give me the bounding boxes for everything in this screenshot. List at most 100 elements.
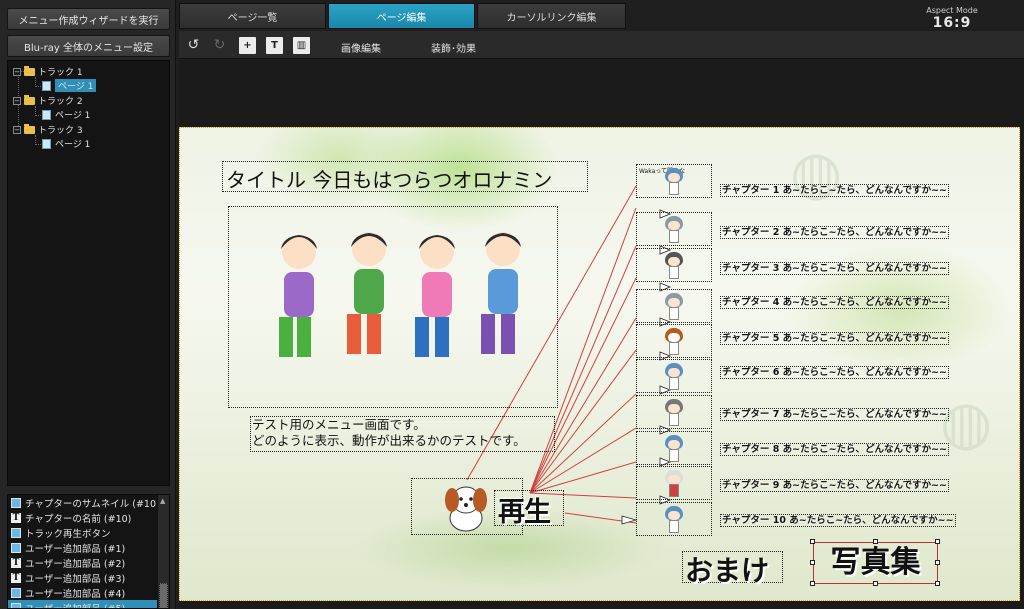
collapse-icon[interactable]: − [13,96,21,105]
list-item-label: ユーザー追加部品 (#2) [25,558,126,570]
resize-handle[interactable] [935,560,940,565]
list-item[interactable]: T チャプターの名前 (#10) [8,510,169,525]
scrollbar-thumb[interactable] [159,583,168,608]
chapter-thumbnail-3[interactable] [636,248,712,282]
chapter-name-9[interactable]: チャプター 9 あ~たらこ~たら、どんなんですか~~ [720,479,949,492]
redo-icon[interactable]: ↻ [211,37,228,54]
list-item[interactable]: ユーザー追加部品 (#4) [8,585,169,600]
text-icon: T [11,557,21,568]
resize-handle[interactable] [810,539,815,544]
tree-track-2[interactable]: − トラック 2 [13,94,83,107]
dancing-people-illustration [279,232,521,357]
image-icon [11,602,21,608]
chapter-thumbnail-10[interactable] [636,502,712,536]
tree-page-1-1[interactable]: ページ 1 [42,79,97,92]
chapter-name-1[interactable]: チャプター 1 あ~たらこ~たら、どんなんですか~~ [720,184,949,197]
bluray-menu-settings-button[interactable]: Blu-ray 全体のメニュー設定 [7,35,170,57]
scrollbar[interactable]: ▲ [157,495,169,608]
tree-page-3-1[interactable]: ページ 1 [42,137,90,150]
image-icon [11,497,21,508]
left-panel: メニュー作成ウィザードを実行 Blu-ray 全体のメニュー設定 − トラック … [0,0,176,609]
list-item-label: チャプターのサムネイル (#10) [25,498,160,510]
chapter-thumbnail-6[interactable] [636,359,712,393]
image-icon [11,542,21,553]
page-title[interactable]: タイトル 今日もはつらつオロナミン [226,164,552,193]
chapter-name-8[interactable]: チャプター 8 あ~たらこ~たら、どんなんですか~~ [720,443,949,456]
page-label: ページ 1 [55,111,91,121]
folder-icon [24,94,35,105]
chapter-name-2[interactable]: チャプター 2 あ~たらこ~たら、どんなんですか~~ [720,226,949,239]
resize-handle[interactable] [935,539,940,544]
description-text[interactable]: テスト用のメニュー画面です。 どのように表示、動作が出来るかのテストです。 [252,417,526,449]
resize-handle[interactable] [873,539,878,544]
parts-list: チャプターのサムネイル (#10) T チャプターの名前 (#10) トラック再生… [7,494,170,609]
collapse-icon[interactable]: − [13,67,21,76]
tree-page-2-1[interactable]: ページ 1 [42,108,90,121]
dog-play-image [445,486,487,532]
menu-decoration-effects[interactable]: 装飾･効果 [431,40,476,55]
photo-collection-button[interactable]: 写真集 [813,542,938,584]
chapter-thumbnail-4[interactable] [636,289,712,323]
resize-handle[interactable] [810,581,815,586]
play-label[interactable]: 再生 [498,490,551,529]
character-image [663,252,685,280]
resize-handle[interactable] [935,581,940,586]
character-image [663,293,685,321]
tab-cursor-link-edit[interactable]: カーソルリンク編集 [477,3,626,29]
page-label: ページ 1 [55,79,97,92]
tab-page-list[interactable]: ページ一覧 [179,3,326,29]
tree-track-1[interactable]: − トラック 1 [13,65,83,78]
collapse-icon[interactable]: − [13,125,21,134]
menu-canvas[interactable]: ◍ ◍ タイトル 今日もはつらつオロナミン テスト用のメニュー画面です。 どのよ… [179,127,1020,601]
list-item[interactable]: T ユーザー追加部品 (#3) [8,570,169,585]
list-item[interactable]: T ユーザー追加部品 (#2) [8,555,169,570]
chapter-name-10[interactable]: チャプター 10 あ~たらこ~たら、どんなんですか~~ [720,514,956,527]
dog-image [663,328,685,356]
track-label: トラック 2 [38,97,83,107]
list-item[interactable]: ユーザー追加部品 (#5) [8,600,169,608]
list-item[interactable]: トラック再生ボタン [8,525,169,540]
track-label: トラック 3 [38,126,83,136]
chapter-thumbnail-2[interactable] [636,212,712,246]
undo-icon[interactable]: ↺ [185,37,202,54]
chapter-thumbnail-9[interactable] [636,466,712,500]
resize-handle[interactable] [810,560,815,565]
chapter-thumbnail-5[interactable] [636,324,712,358]
list-item[interactable]: ユーザー追加部品 (#1) [8,540,169,555]
menu-image-edit[interactable]: 画像編集 [341,40,381,55]
character-image [663,168,685,196]
chapter-thumbnail-8[interactable] [636,431,712,465]
omake-button[interactable]: おまけ [685,549,769,589]
chapter-name-7[interactable]: チャプター 7 あ~たらこ~たら、どんなんですか~~ [720,408,949,421]
aspect-mode-label: Aspect Mode [926,6,978,15]
list-item-label: ユーザー追加部品 (#4) [25,588,126,600]
list-item[interactable]: チャプターのサムネイル (#10) [8,495,169,510]
chapter-name-3[interactable]: チャプター 3 あ~たらこ~たら、どんなんですか~~ [720,262,949,275]
aspect-mode: Aspect Mode 16:9 [922,6,982,31]
character-image [663,435,685,463]
resize-handle[interactable] [873,581,878,586]
character-image [663,216,685,244]
chapter-name-5[interactable]: チャプター 5 あ~たらこ~たら、どんなんですか~~ [720,332,949,345]
chapter-thumbnail-7[interactable] [636,395,712,429]
chapter-name-6[interactable]: チャプター 6 あ~たらこ~たら、どんなんですか~~ [720,366,949,379]
chapter-thumbnail-1[interactable]: Wakaって聞きな [636,164,712,198]
page-label: ページ 1 [55,140,91,150]
page-icon [42,80,51,91]
character-image [663,363,685,391]
page-icon [42,138,51,149]
track-label: トラック 1 [38,68,83,78]
list-item-label: トラック再生ボタン [25,528,111,540]
add-image-icon[interactable]: + [239,37,256,54]
character-image [663,506,685,534]
page-icon [42,109,51,120]
add-text-icon[interactable]: T [266,37,283,54]
character-image [663,399,685,427]
scroll-up-icon[interactable]: ▲ [160,497,165,505]
delete-icon[interactable]: ▥ [293,37,310,54]
dancers-image[interactable] [228,206,558,408]
tree-track-3[interactable]: − トラック 3 [13,123,83,136]
tab-page-edit[interactable]: ページ編集 [328,3,475,29]
menu-wizard-button[interactable]: メニュー作成ウィザードを実行 [7,8,170,30]
chapter-name-4[interactable]: チャプター 4 あ~たらこ~たら、どんなんですか~~ [720,296,949,309]
